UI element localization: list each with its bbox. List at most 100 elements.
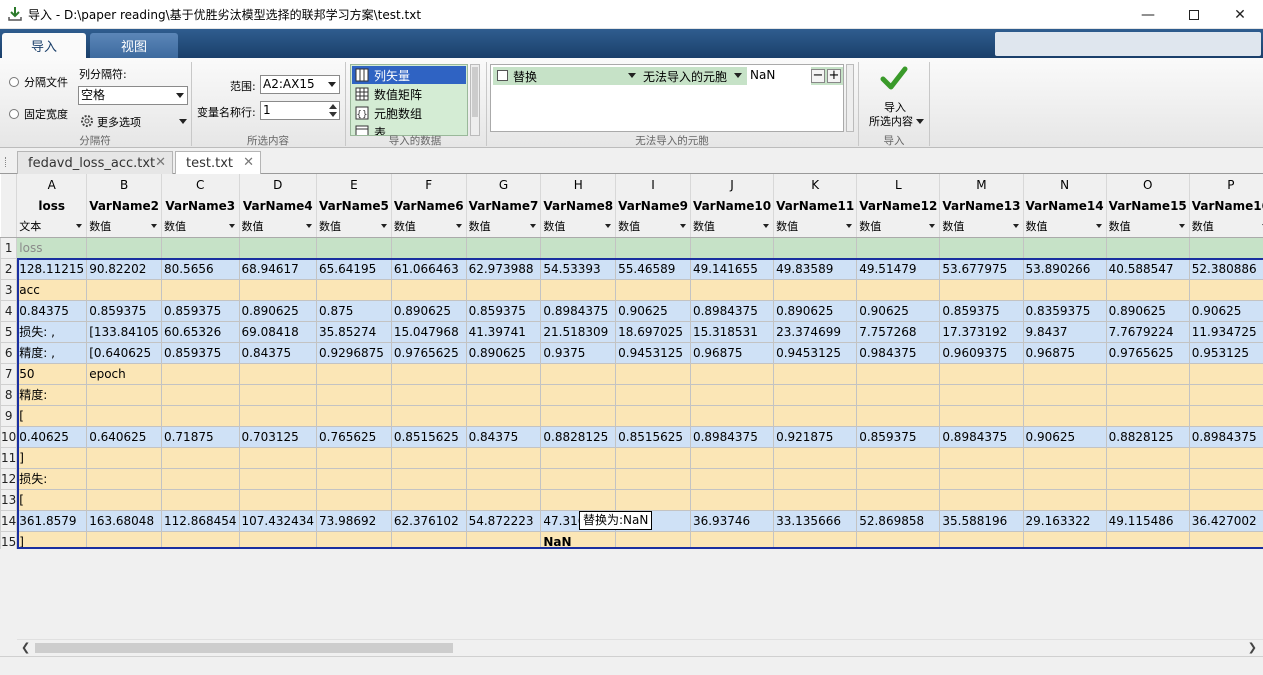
table-cell[interactable] <box>160 278 240 301</box>
table-cell[interactable]: 18.697025 <box>615 320 691 343</box>
table-cell[interactable] <box>316 467 392 490</box>
maximize-button[interactable] <box>1171 0 1217 29</box>
table-cell[interactable]: 29.163322 <box>1022 509 1107 532</box>
column-type-select[interactable]: 数值 <box>939 216 1024 238</box>
table-cell[interactable] <box>689 383 775 406</box>
table-cell[interactable]: 0.8828125 <box>540 425 617 448</box>
table-cell[interactable] <box>939 488 1024 511</box>
column-name[interactable]: VarName2 <box>86 195 162 216</box>
table-cell[interactable]: 53.677975 <box>939 257 1024 280</box>
table-cell[interactable] <box>390 404 467 427</box>
row-number[interactable]: 1 <box>0 236 18 259</box>
row-number[interactable]: 2 <box>0 257 18 280</box>
table-cell[interactable] <box>1105 488 1190 511</box>
table-cell[interactable] <box>1105 404 1190 427</box>
table-cell[interactable] <box>1022 278 1107 301</box>
table-cell[interactable]: 0.84375 <box>16 299 88 322</box>
row-number[interactable]: 13 <box>0 488 18 511</box>
table-cell[interactable] <box>856 530 941 549</box>
table-cell[interactable] <box>238 488 318 511</box>
table-cell[interactable]: 0.9453125 <box>615 341 691 364</box>
table-cell[interactable]: 0.921875 <box>773 425 858 448</box>
tab-import[interactable]: 导入 <box>2 33 86 58</box>
table-cell[interactable] <box>316 446 392 469</box>
column-name[interactable]: VarName8 <box>540 195 617 216</box>
table-cell[interactable]: 23.374699 <box>773 320 858 343</box>
table-cell[interactable] <box>939 404 1024 427</box>
table-cell[interactable] <box>689 404 775 427</box>
table-cell[interactable] <box>615 278 691 301</box>
row-number[interactable]: 15 <box>0 530 18 549</box>
table-cell[interactable] <box>773 467 858 490</box>
column-letter[interactable]: I <box>615 174 691 195</box>
table-cell[interactable]: 7.757268 <box>856 320 941 343</box>
table-cell[interactable]: 0.96875 <box>1022 341 1107 364</box>
rule-checkbox[interactable] <box>497 70 508 81</box>
fixed-width-radio[interactable] <box>9 109 19 119</box>
table-cell[interactable] <box>1022 362 1107 385</box>
table-cell[interactable] <box>1022 404 1107 427</box>
column-name[interactable]: VarName9 <box>615 195 691 216</box>
table-cell[interactable]: 0.859375 <box>160 341 240 364</box>
table-cell[interactable]: ] <box>16 530 88 549</box>
table-cell[interactable] <box>615 530 691 549</box>
table-cell[interactable] <box>1022 446 1107 469</box>
table-cell[interactable]: 60.65326 <box>160 320 240 343</box>
table-cell[interactable] <box>856 467 941 490</box>
table-cell[interactable]: 128.11215 <box>16 257 88 280</box>
table-cell[interactable] <box>238 467 318 490</box>
table-cell[interactable] <box>540 467 617 490</box>
table-cell[interactable] <box>939 278 1024 301</box>
table-cell[interactable] <box>856 278 941 301</box>
table-cell[interactable] <box>615 467 691 490</box>
table-cell[interactable] <box>238 278 318 301</box>
table-cell[interactable] <box>540 236 617 259</box>
column-delimiter-select[interactable]: 空格 <box>78 86 188 105</box>
variable-name-row-input[interactable]: 1 <box>260 101 340 120</box>
table-cell[interactable]: 0.890625 <box>1105 299 1190 322</box>
table-cell[interactable] <box>773 362 858 385</box>
table-cell[interactable]: 90.82202 <box>86 257 162 280</box>
table-cell[interactable] <box>615 383 691 406</box>
table-cell[interactable]: 112.868454 <box>160 509 240 532</box>
table-cell[interactable] <box>160 530 240 549</box>
output-type-column-vectors[interactable]: 列矢量 <box>352 66 466 84</box>
table-cell[interactable]: 68.94617 <box>238 257 318 280</box>
table-cell[interactable] <box>856 362 941 385</box>
table-cell[interactable] <box>689 530 775 549</box>
table-cell[interactable] <box>939 446 1024 469</box>
table-cell[interactable] <box>773 530 858 549</box>
table-cell[interactable]: 49.51479 <box>856 257 941 280</box>
table-cell[interactable] <box>773 404 858 427</box>
row-number[interactable]: 8 <box>0 383 18 406</box>
table-cell[interactable] <box>1188 383 1263 406</box>
table-cell[interactable]: 0.859375 <box>856 425 941 448</box>
table-cell[interactable]: [ <box>16 404 88 427</box>
table-cell[interactable]: 0.9765625 <box>390 341 467 364</box>
table-cell[interactable] <box>238 446 318 469</box>
column-name[interactable]: VarName3 <box>161 195 240 216</box>
table-cell[interactable] <box>773 488 858 511</box>
table-cell[interactable] <box>856 488 941 511</box>
table-cell[interactable] <box>689 236 775 259</box>
table-cell[interactable] <box>316 404 392 427</box>
column-letter[interactable]: N <box>1023 174 1107 195</box>
more-options-button[interactable]: 更多选项 <box>80 113 190 131</box>
table-cell[interactable]: 15.047968 <box>390 320 467 343</box>
table-cell[interactable] <box>1022 530 1107 549</box>
table-cell[interactable]: 36.93746 <box>689 509 775 532</box>
column-letter[interactable]: L <box>856 174 941 195</box>
import-selection-button[interactable]: 导入 所选内容 <box>862 62 928 130</box>
row-number[interactable]: 4 <box>0 299 18 322</box>
table-cell[interactable]: epoch <box>86 362 162 385</box>
table-cell[interactable] <box>465 446 542 469</box>
column-letter[interactable]: K <box>773 174 858 195</box>
column-name[interactable]: VarName11 <box>773 195 858 216</box>
table-cell[interactable] <box>1022 383 1107 406</box>
table-cell[interactable] <box>1188 236 1263 259</box>
table-cell[interactable]: [133.84105 <box>86 320 162 343</box>
table-cell[interactable] <box>1188 530 1263 549</box>
table-cell[interactable]: 0.8984375 <box>540 299 617 322</box>
table-cell[interactable] <box>1105 383 1190 406</box>
table-cell[interactable]: loss <box>16 236 88 259</box>
